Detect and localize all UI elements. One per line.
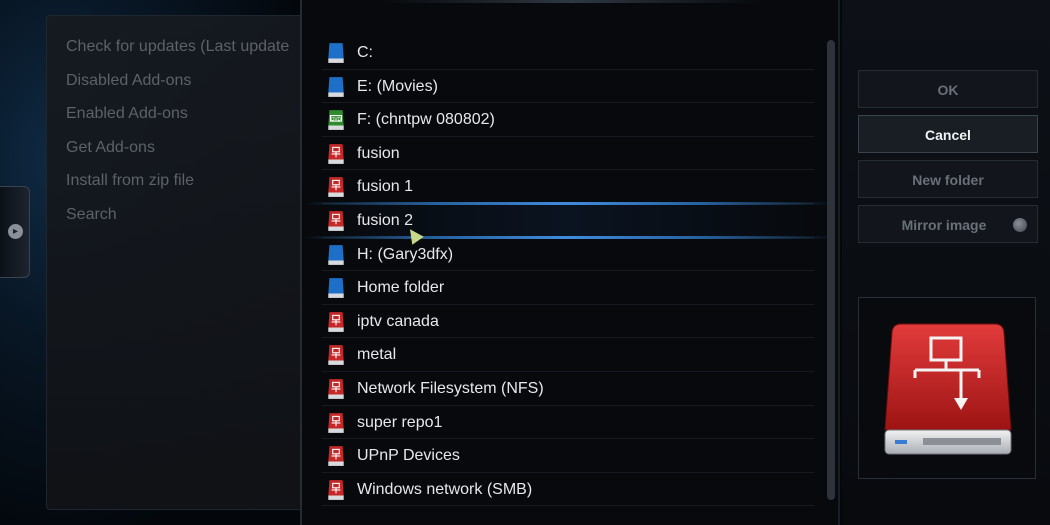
file-list-item-label: UPnP Devices	[357, 447, 460, 465]
file-list-item-label: C:	[357, 44, 373, 61]
network-drive-large-icon	[884, 323, 1012, 455]
menu-item-get-addons[interactable]: Get Add-ons	[66, 131, 301, 165]
ok-button[interactable]: OK	[858, 70, 1038, 108]
menu-item-check-updates[interactable]: Check for updates (Last update	[66, 30, 301, 64]
green-dvd-drive-icon: DVD	[326, 109, 346, 131]
file-list-item-label: Home folder	[357, 279, 445, 297]
red-network-drive-icon	[326, 378, 346, 400]
file-list-item[interactable]: Network Filesystem (NFS)	[322, 372, 814, 406]
file-list-item[interactable]: E: (Movies)	[322, 70, 814, 104]
file-list-item-label: H: (Gary3dfx)	[357, 245, 454, 263]
file-list-item[interactable]: fusion 2	[302, 201, 834, 239]
file-list-item[interactable]: Windows network (SMB)	[322, 473, 814, 507]
file-list-item-label: E: (Movies)	[357, 77, 438, 95]
file-list-item[interactable]: H: (Gary3dfx)	[322, 238, 814, 272]
file-list-item-label: fusion 1	[357, 178, 414, 196]
file-list-item[interactable]: metal	[322, 338, 814, 372]
red-network-drive-icon	[326, 143, 346, 165]
blue-drive-icon	[326, 76, 346, 98]
red-network-drive-icon	[326, 445, 346, 467]
file-list-item-label: fusion	[357, 144, 400, 162]
file-list-item[interactable]: fusion	[322, 137, 814, 171]
red-network-drive-icon	[326, 176, 346, 198]
red-network-drive-icon	[326, 344, 346, 366]
file-list-item-label: Network Filesystem (NFS)	[357, 379, 544, 397]
blue-drive-icon	[326, 42, 346, 64]
panel-top-glow	[382, 0, 762, 3]
file-list: C: E: (Movies) DVD F: (chntpw 080802) fusion…	[302, 36, 834, 507]
menu-item-search[interactable]: Search	[66, 198, 301, 232]
file-list-item[interactable]: DVD F: (chntpw 080802)	[322, 103, 814, 137]
side-menu-tab[interactable]: ▸	[0, 186, 30, 278]
menu-item-enabled-addons[interactable]: Enabled Add-ons	[66, 97, 301, 131]
file-list-item[interactable]: C:	[322, 36, 814, 70]
svg-text:DVD: DVD	[331, 117, 341, 123]
file-list-item[interactable]: iptv canada	[322, 305, 814, 339]
file-list-item-label: super repo1	[357, 413, 443, 431]
blue-drive-icon	[326, 244, 346, 266]
file-list-item[interactable]: super repo1	[322, 406, 814, 440]
selected-item-thumbnail	[858, 297, 1036, 479]
toggle-radio-icon[interactable]	[1013, 218, 1027, 232]
file-list-item-label: metal	[357, 346, 397, 364]
red-network-drive-icon	[326, 479, 346, 501]
addons-menu: Check for updates (Last update Disabled …	[66, 30, 301, 232]
file-list-item-label: iptv canada	[357, 312, 439, 330]
cancel-button[interactable]: Cancel	[858, 115, 1038, 153]
file-list-item[interactable]: UPnP Devices	[322, 439, 814, 473]
mirror-image-label: Mirror image	[901, 217, 987, 233]
file-list-item[interactable]: Home folder	[322, 271, 814, 305]
file-list-item-label: Windows network (SMB)	[357, 480, 533, 498]
red-network-drive-icon	[326, 210, 346, 232]
file-list-item-label: F: (chntpw 080802)	[357, 111, 495, 129]
chevron-right-icon: ▸	[8, 224, 23, 239]
file-list-item[interactable]: fusion 1	[322, 170, 814, 204]
blue-drive-icon	[326, 277, 346, 299]
menu-item-install-zip[interactable]: Install from zip file	[66, 164, 301, 198]
menu-item-disabled-addons[interactable]: Disabled Add-ons	[66, 64, 301, 98]
mirror-image-button[interactable]: Mirror image	[858, 205, 1038, 243]
red-network-drive-icon	[326, 311, 346, 333]
new-folder-button[interactable]: New folder	[858, 160, 1038, 198]
red-network-drive-icon	[326, 412, 346, 434]
file-list-scrollbar[interactable]	[827, 40, 835, 500]
